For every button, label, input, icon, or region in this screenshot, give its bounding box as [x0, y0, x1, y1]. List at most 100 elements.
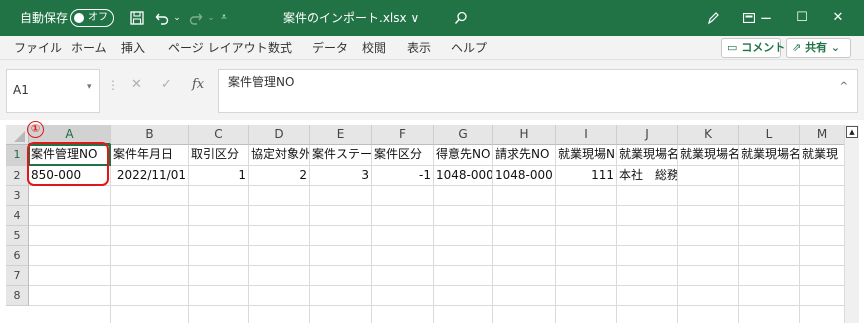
column-header-l[interactable]: L — [739, 125, 800, 145]
worksheet: ABCDEFGHIJKLM 12345678 案件管理NO 案件年月日 取引区分 協定… — [0, 120, 864, 323]
column-header-e[interactable]: E — [310, 125, 372, 145]
collapse-formula-icon[interactable]: ^ — [840, 81, 848, 92]
cell-h1[interactable]: 請求先NO — [493, 145, 556, 166]
insert-function-icon[interactable]: fx — [192, 77, 204, 92]
close-button[interactable]: ✕ — [816, 0, 860, 36]
gridline-col — [616, 186, 617, 323]
window-edge — [859, 120, 864, 323]
column-header-f[interactable]: F — [372, 125, 434, 145]
file-name[interactable]: 案件のインポート.xlsx ∨ — [283, 0, 419, 36]
cancel-icon[interactable]: ✕ — [131, 77, 142, 92]
cell-m2[interactable] — [800, 166, 845, 186]
tab-file[interactable]: ファイル — [14, 36, 62, 60]
cell-h2[interactable]: 1048-000 — [493, 166, 556, 186]
customize-quick-access-icon[interactable]: ⩡ — [218, 0, 230, 36]
tab-page-layout[interactable]: ページ レイアウト — [168, 36, 268, 60]
cell-l1[interactable]: 就業現場名 — [739, 145, 800, 166]
comment-button[interactable]: ▭ コメント — [721, 38, 785, 58]
tab-help[interactable]: ヘルプ — [451, 36, 487, 60]
autosave-toggle[interactable]: オフ — [70, 9, 114, 27]
cell-i1[interactable]: 就業現場N — [556, 145, 617, 166]
gridline-row — [29, 305, 844, 306]
cell-j2[interactable]: 本社 総務部 — [617, 166, 678, 186]
redo-icon[interactable] — [186, 0, 206, 36]
row-header-3[interactable]: 3 — [6, 186, 29, 206]
gridline-col — [492, 186, 493, 323]
cell-g2[interactable]: 1048-000 — [434, 166, 493, 186]
gridline-col — [188, 186, 189, 323]
row-header-6[interactable]: 6 — [6, 246, 29, 266]
share-caret-icon: ⌄ — [830, 41, 841, 54]
name-box[interactable]: A1 ▾ — [6, 69, 100, 113]
cell-f1[interactable]: 案件区分 — [372, 145, 434, 166]
tab-home[interactable]: ホーム — [71, 36, 107, 60]
autosave-label: 自動保存 — [20, 11, 69, 25]
gridline-row — [29, 225, 844, 226]
row-header-5[interactable]: 5 — [6, 226, 29, 246]
gridline-row — [29, 265, 844, 266]
gridline-row — [29, 205, 844, 206]
row-header-4[interactable]: 4 — [6, 206, 29, 226]
column-header-j[interactable]: J — [617, 125, 678, 145]
cell-g1[interactable]: 得意先NO — [434, 145, 493, 166]
row-header-8[interactable]: 8 — [6, 286, 29, 306]
comment-icon: ▭ — [727, 41, 738, 54]
cell-c2[interactable]: 1 — [189, 166, 249, 186]
formula-content: 案件管理NO — [228, 75, 295, 89]
redo-dropdown-icon[interactable]: ⌄ — [206, 0, 216, 36]
cell-d2[interactable]: 2 — [249, 166, 310, 186]
column-header-c[interactable]: C — [189, 125, 249, 145]
cell-d1[interactable]: 協定対象外 — [249, 145, 310, 166]
tab-formulas[interactable]: 数式 — [268, 36, 292, 60]
column-header-b[interactable]: B — [111, 125, 189, 145]
gridline-col — [371, 186, 372, 323]
cell-c1[interactable]: 取引区分 — [189, 145, 249, 166]
column-header-m[interactable]: M — [800, 125, 845, 145]
tab-view[interactable]: 表示 — [407, 36, 431, 60]
column-header-g[interactable]: G — [434, 125, 493, 145]
name-box-dropdown-icon[interactable]: ▾ — [87, 82, 92, 92]
gridline-col — [309, 186, 310, 323]
cell-m1[interactable]: 就業現 — [800, 145, 845, 166]
enter-icon[interactable]: ✓ — [161, 77, 172, 92]
cell-e1[interactable]: 案件ステー — [310, 145, 372, 166]
tab-insert[interactable]: 挿入 — [121, 36, 145, 60]
scroll-up-icon[interactable]: ▲ — [846, 126, 858, 138]
share-button[interactable]: ⇗ 共有 ⌄ — [786, 38, 851, 58]
column-header-d[interactable]: D — [249, 125, 310, 145]
undo-icon[interactable] — [152, 0, 172, 36]
pen-icon[interactable] — [702, 0, 724, 36]
cell-b2[interactable]: 2022/11/01 — [111, 166, 189, 186]
column-header-i[interactable]: I — [556, 125, 617, 145]
gridline-col — [799, 186, 800, 323]
gridline-col — [248, 186, 249, 323]
cell-l2[interactable] — [739, 166, 800, 186]
cell-k2[interactable] — [678, 166, 739, 186]
annotation-number: ① — [27, 121, 44, 138]
cell-k1[interactable]: 就業現場名 — [678, 145, 739, 166]
toggle-label: オフ — [88, 12, 108, 23]
tab-review[interactable]: 校閲 — [362, 36, 386, 60]
cell-e2[interactable]: 3 — [310, 166, 372, 186]
tab-data[interactable]: データ — [312, 36, 348, 60]
formula-input[interactable]: 案件管理NO ^ — [218, 69, 858, 113]
cell-j1[interactable]: 就業現場名 — [617, 145, 678, 166]
share-icon: ⇗ — [792, 41, 802, 54]
cell-f2[interactable]: -1 — [372, 166, 434, 186]
select-all-triangle-icon — [14, 131, 25, 142]
search-icon[interactable] — [450, 0, 472, 36]
cell-b1[interactable]: 案件年月日 — [111, 145, 189, 166]
column-header-k[interactable]: K — [678, 125, 739, 145]
column-header-h[interactable]: H — [493, 125, 556, 145]
gridline-col — [433, 186, 434, 323]
name-box-value: A1 — [13, 83, 29, 97]
row-header-1[interactable]: 1 — [6, 145, 29, 166]
row-header-7[interactable]: 7 — [6, 266, 29, 286]
formula-area: A1 ▾ ⋮ ✕ ✓ fx 案件管理NO ^ — [0, 60, 864, 120]
row-header-2[interactable]: 2 — [6, 166, 29, 186]
vertical-scrollbar[interactable]: ▲ — [844, 125, 859, 323]
undo-dropdown-icon[interactable]: ⌄ — [172, 0, 182, 36]
save-icon[interactable] — [126, 0, 148, 36]
cell-i2[interactable]: 111 — [556, 166, 617, 186]
filename-caret-icon: ∨ — [410, 11, 420, 25]
